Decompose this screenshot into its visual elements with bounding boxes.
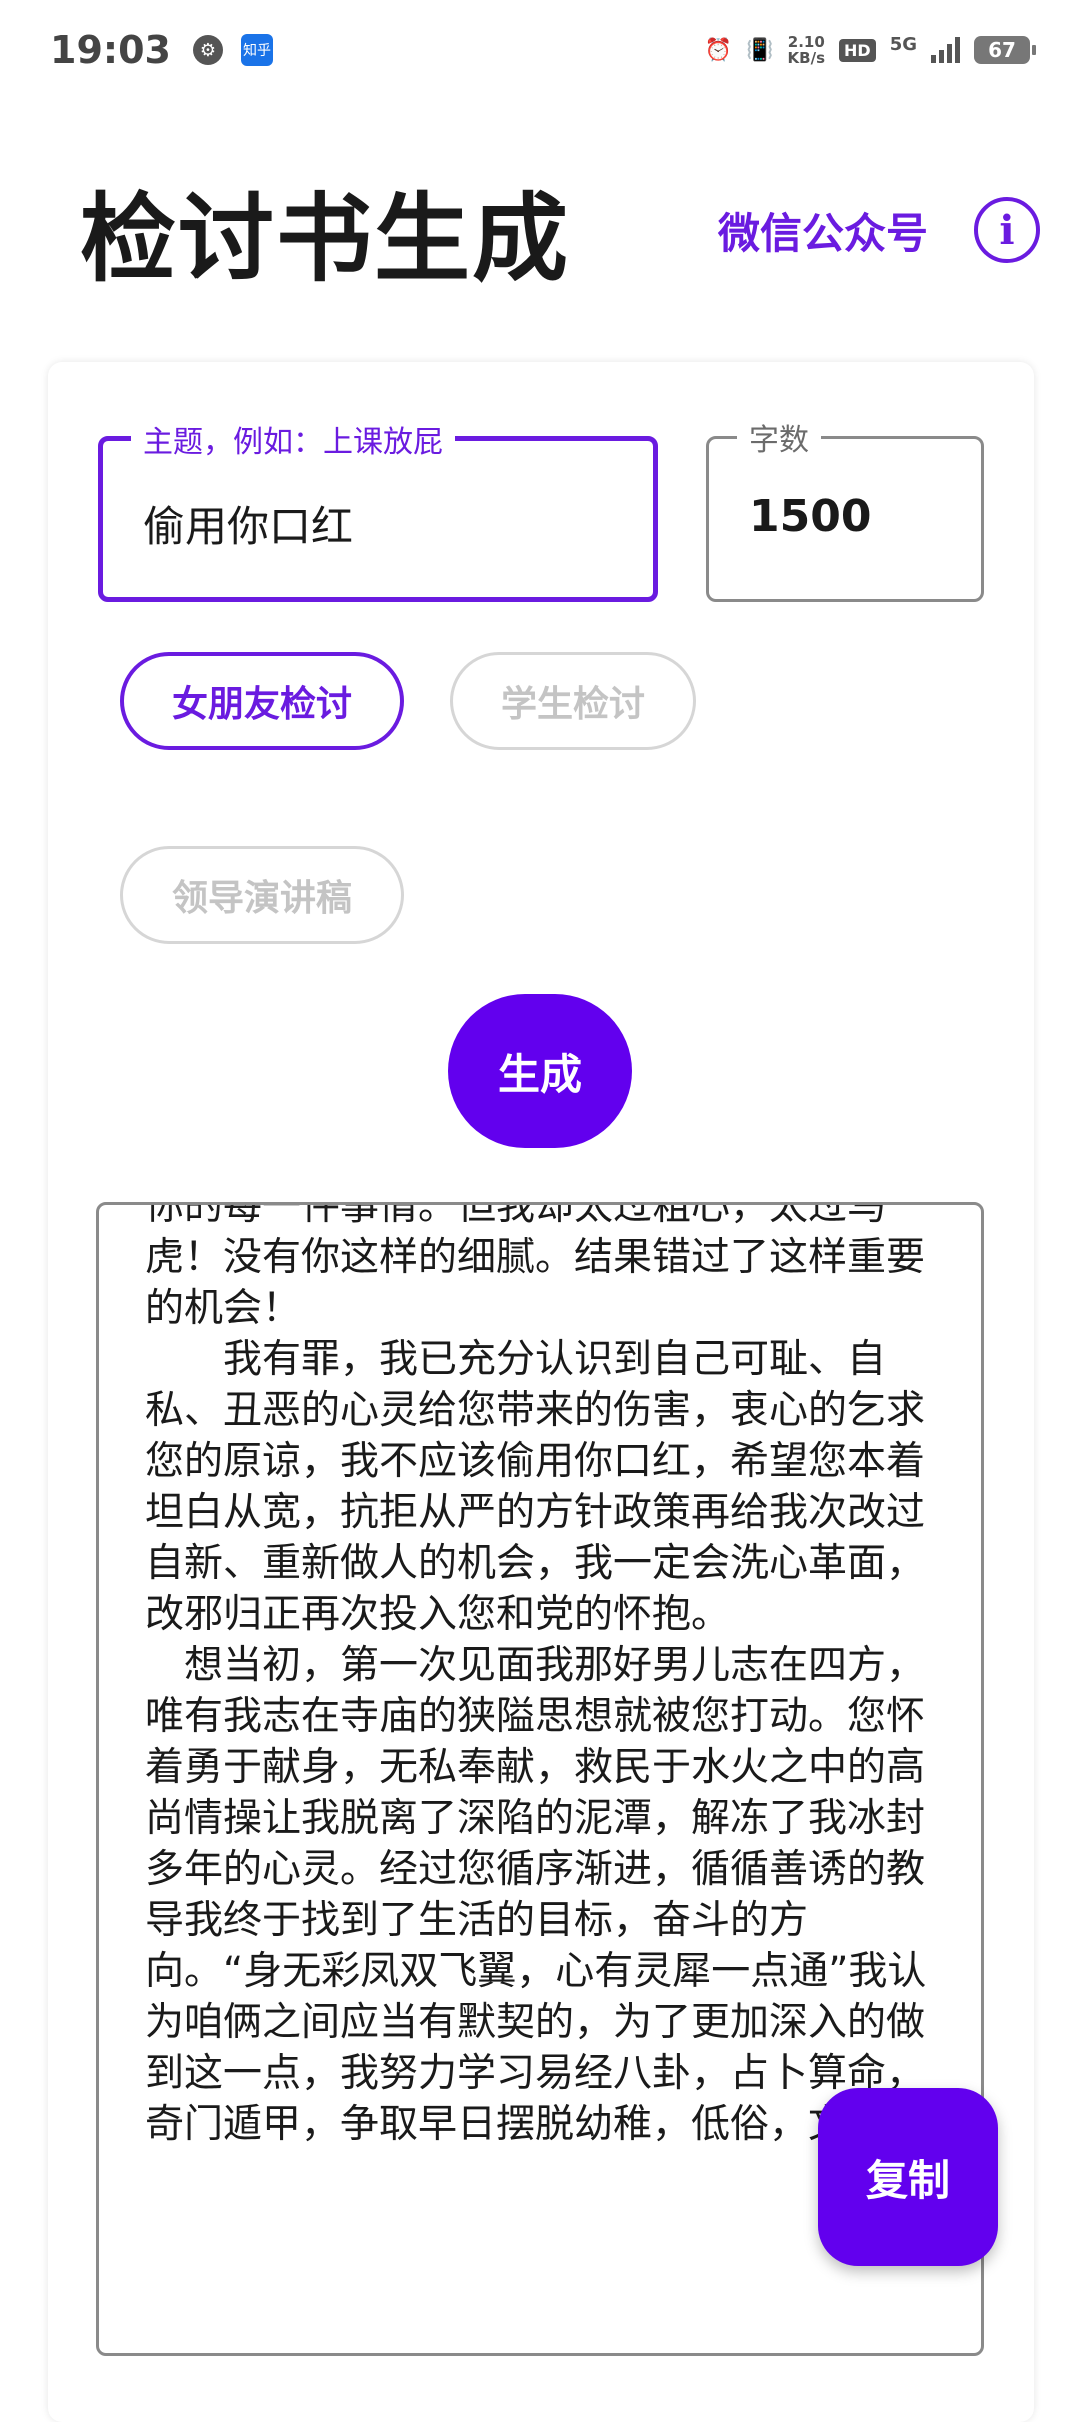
settings-icon: ⚙ — [192, 35, 223, 65]
generated-text: 你的每一件事情。但我却太过粗心，太过马虎！没有你这样的细腻。结果错过了这样重要的… — [145, 1202, 927, 2147]
chip-student-apology[interactable]: 学生检讨 — [450, 652, 696, 750]
main-card: 主题，例如：上课放屁 偷用你口红 字数 1500 女朋友检讨 学生检讨 领导演讲… — [48, 362, 1034, 2422]
notification-icons: ⚙ 知乎 — [192, 34, 273, 66]
topic-input[interactable]: 偷用你口红 — [143, 493, 353, 554]
signal-icon — [931, 37, 960, 63]
page-title: 检讨书生成 — [80, 182, 570, 295]
chip-leader-speech[interactable]: 领导演讲稿 — [120, 846, 404, 944]
status-bar: 19:03 ⚙ 知乎 ⏰ 📳 2.10 KB/s HD 5G 67 — [0, 0, 1080, 100]
net-speed-unit: KB/s — [787, 49, 826, 67]
alarm-icon: ⏰ — [704, 37, 733, 63]
info-icon[interactable]: i — [974, 197, 1040, 263]
word-count-field[interactable]: 字数 1500 — [706, 415, 984, 602]
copy-button[interactable]: 复制 — [818, 2088, 998, 2266]
vibrate-icon: 📳 — [746, 37, 774, 63]
network-speed: 2.10 KB/s — [788, 34, 825, 66]
word-count-input[interactable]: 1500 — [749, 491, 871, 542]
hd-icon: HD — [839, 38, 876, 62]
network-type: 5G — [889, 34, 917, 55]
app-header: 检讨书生成 微信公众号 i — [80, 160, 1040, 300]
net-speed-value: 2.10 — [787, 33, 825, 51]
battery-icon: 67 — [974, 36, 1036, 64]
chip-girlfriend-apology[interactable]: 女朋友检讨 — [120, 652, 404, 750]
zhihu-icon: 知乎 — [240, 34, 273, 66]
status-time: 19:03 — [50, 28, 171, 72]
generate-button[interactable]: 生成 — [448, 994, 632, 1148]
topic-field[interactable]: 主题，例如：上课放屁 偷用你口红 — [98, 417, 658, 602]
wechat-official-account-link[interactable]: 微信公众号 — [718, 200, 928, 261]
status-right-icons: ⏰ 📳 2.10 KB/s HD 5G 67 — [704, 34, 1036, 66]
topic-field-label: 主题，例如：上课放屁 — [131, 417, 455, 461]
word-count-label: 字数 — [737, 415, 821, 459]
